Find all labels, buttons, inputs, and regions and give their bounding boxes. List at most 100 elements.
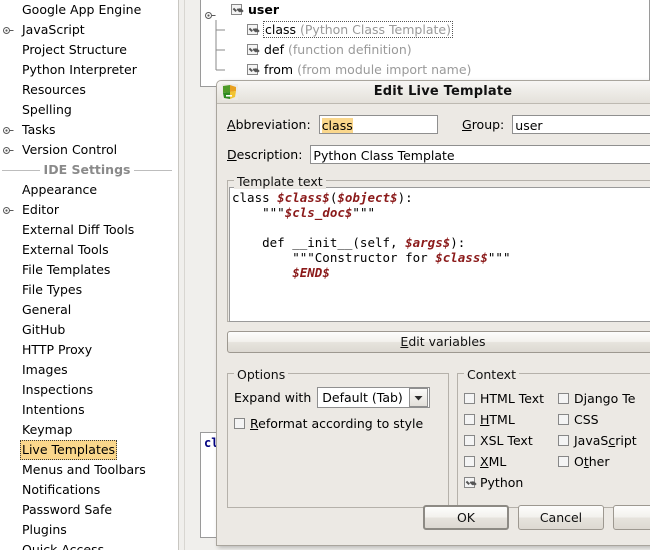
tree-expand-icon[interactable] — [3, 126, 14, 134]
reformat-label: Reformat according to style — [250, 416, 424, 431]
sidebar-item-python-interpreter[interactable]: Python Interpreter — [0, 60, 178, 80]
separator-rule-right — [134, 169, 173, 171]
template-row[interactable]: from (from module import name) — [201, 60, 649, 80]
sidebar-item-project-structure[interactable]: Project Structure — [0, 40, 178, 60]
context-checkbox-label: CSS — [574, 412, 599, 427]
context-checkbox-input[interactable] — [558, 393, 569, 404]
template-text-line: def __init__(self, $args$): — [232, 235, 650, 250]
context-checkbox-label: Python — [480, 475, 524, 490]
context-checkbox-python[interactable]: Python — [464, 475, 558, 490]
ok-button[interactable]: OK — [423, 505, 509, 530]
sidebar-item-tasks[interactable]: Tasks — [0, 120, 178, 140]
sidebar-item-live-templates[interactable]: Live Templates — [0, 440, 178, 460]
template-variable: $args$ — [405, 235, 451, 250]
sidebar-item-password-safe[interactable]: Password Safe — [0, 500, 178, 520]
sidebar-item-label: Keymap — [22, 422, 73, 437]
context-checkbox-css[interactable]: CSS — [558, 412, 650, 427]
context-checkbox-html-text[interactable]: HTML Text — [464, 391, 558, 406]
separator-rule-left — [2, 169, 40, 171]
sidebar-item-intentions[interactable]: Intentions — [0, 400, 178, 420]
abbreviation-input[interactable]: class — [318, 115, 438, 134]
description-input[interactable]: Python Class Template — [310, 145, 650, 164]
sidebar-item-version-control[interactable]: Version Control — [0, 140, 178, 160]
edit-variables-button[interactable]: Edit variables — [227, 331, 650, 353]
sidebar-item-label: Quick Access — [22, 542, 105, 550]
sidebar-item-file-types[interactable]: File Types — [0, 280, 178, 300]
sidebar-item-label: Intentions — [22, 402, 85, 417]
context-column-1: HTML Text HTML XSL Text XML Python — [464, 385, 558, 490]
sidebar-item-label: GitHub — [22, 322, 66, 337]
context-checkbox-xsl-text[interactable]: XSL Text — [464, 433, 558, 448]
reformat-checkbox-row[interactable]: Reformat according to style — [234, 416, 442, 431]
sidebar-item-notifications[interactable]: Notifications — [0, 480, 178, 500]
sidebar-item-github[interactable]: GitHub — [0, 320, 178, 340]
group-input[interactable]: user — [512, 115, 650, 134]
tree-expand-icon[interactable] — [3, 146, 14, 154]
sidebar-item-appearance[interactable]: Appearance — [0, 180, 178, 200]
sidebar-item-resources[interactable]: Resources — [0, 80, 178, 100]
dialog-footer: OK Cancel — [217, 493, 650, 545]
context-checkbox-input[interactable] — [464, 435, 475, 446]
templates-group-row[interactable]: user — [201, 0, 649, 20]
template-enabled-checkbox[interactable] — [247, 24, 258, 35]
context-checkbox-input[interactable] — [464, 477, 475, 488]
templates-group-checkbox[interactable] — [231, 4, 242, 15]
tree-elbow-line — [215, 60, 229, 80]
chevron-down-icon[interactable] — [408, 388, 428, 407]
tree-expand-icon[interactable] — [3, 206, 14, 214]
context-checkbox-input[interactable] — [558, 435, 569, 446]
sidebar-item-inspections[interactable]: Inspections — [0, 380, 178, 400]
sidebar-item-http-proxy[interactable]: HTTP Proxy — [0, 340, 178, 360]
tree-expand-icon[interactable] — [3, 26, 14, 34]
context-checkbox-input[interactable] — [464, 414, 475, 425]
sidebar-item-label: General — [22, 302, 72, 317]
template-variable: $object$ — [337, 190, 398, 205]
context-checkbox-label: Other — [574, 454, 610, 469]
template-literal: class — [232, 190, 278, 205]
reformat-checkbox[interactable] — [234, 418, 245, 429]
context-checkbox-input[interactable] — [558, 414, 569, 425]
template-enabled-checkbox[interactable] — [247, 64, 258, 75]
sidebar-item-google-app-engine[interactable]: Google App Engine — [0, 0, 178, 20]
context-checkbox-django-te[interactable]: Django Te — [558, 391, 650, 406]
sidebar-item-editor[interactable]: Editor — [0, 200, 178, 220]
dialog-titlebar[interactable]: Edit Live Template — [217, 81, 650, 104]
sidebar-item-keymap[interactable]: Keymap — [0, 420, 178, 440]
sidebar-item-label: JavaScript — [22, 22, 85, 37]
context-checkbox-other[interactable]: Other — [558, 454, 650, 469]
expand-with-select[interactable]: Default (Tab) — [317, 387, 430, 408]
sidebar-item-external-diff-tools[interactable]: External Diff Tools — [0, 220, 178, 240]
sidebar-item-external-tools[interactable]: External Tools — [0, 240, 178, 260]
sidebar-item-label: Appearance — [22, 182, 98, 197]
template-text-line: $END$ — [232, 265, 650, 280]
sidebar-item-quick-access[interactable]: Quick Access — [0, 540, 178, 550]
sidebar-item-images[interactable]: Images — [0, 360, 178, 380]
context-checkbox-grid: HTML Text HTML XSL Text XML Python Django Te… — [464, 385, 650, 490]
sidebar-item-label: Live Templates — [20, 440, 118, 460]
tree-expand-icon[interactable] — [205, 6, 216, 19]
sidebar-item-javascript[interactable]: JavaScript — [0, 20, 178, 40]
app-root: Google App Engine JavaScript Project Struc… — [0, 0, 650, 550]
context-checkbox-xml[interactable]: XML — [464, 454, 558, 469]
template-literal: def __init__(self, — [232, 235, 406, 250]
cancel-button[interactable]: Cancel — [518, 505, 604, 530]
context-checkbox-javascript[interactable]: JavaScript — [558, 433, 650, 448]
sidebar-item-general[interactable]: General — [0, 300, 178, 320]
context-checkbox-html[interactable]: HTML — [464, 412, 558, 427]
sidebar-item-file-templates[interactable]: File Templates — [0, 260, 178, 280]
context-checkbox-input[interactable] — [464, 393, 475, 404]
template-row[interactable]: class (Python Class Template) — [201, 20, 649, 40]
settings-category-tree[interactable]: Google App Engine JavaScript Project Struc… — [0, 0, 178, 550]
context-checkbox-input[interactable] — [558, 456, 569, 467]
sidebar-section-separator: IDE Settings — [0, 160, 178, 180]
sidebar-item-plugins[interactable]: Plugins — [0, 520, 178, 540]
context-checkbox-input[interactable] — [464, 456, 475, 467]
template-enabled-checkbox[interactable] — [247, 44, 258, 55]
help-button[interactable] — [613, 505, 650, 530]
template-text-editor[interactable]: class $class$($object$): """$cls_doc$"""… — [229, 187, 650, 322]
template-row[interactable]: def (function definition) — [201, 40, 649, 60]
sidebar-item-menus-and-toolbars[interactable]: Menus and Toolbars — [0, 460, 178, 480]
templates-tree[interactable]: user class (Python Class Template) def (fu… — [200, 0, 650, 87]
sidebar-item-spelling[interactable]: Spelling — [0, 100, 178, 120]
template-literal — [232, 265, 292, 280]
